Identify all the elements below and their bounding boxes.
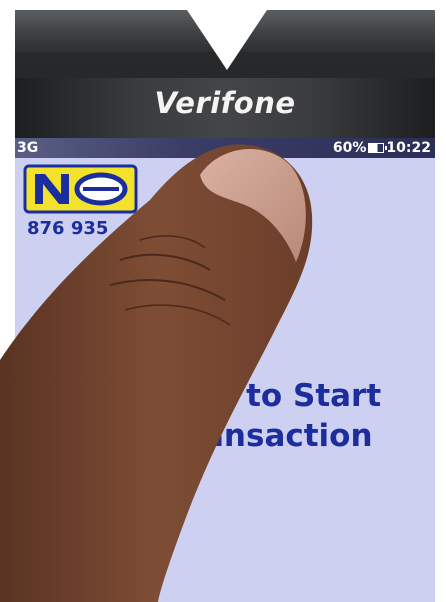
photo: Verifone 3G 60% 10:22 L 876 935 r to Sta… bbox=[0, 0, 446, 602]
finger bbox=[0, 144, 313, 602]
